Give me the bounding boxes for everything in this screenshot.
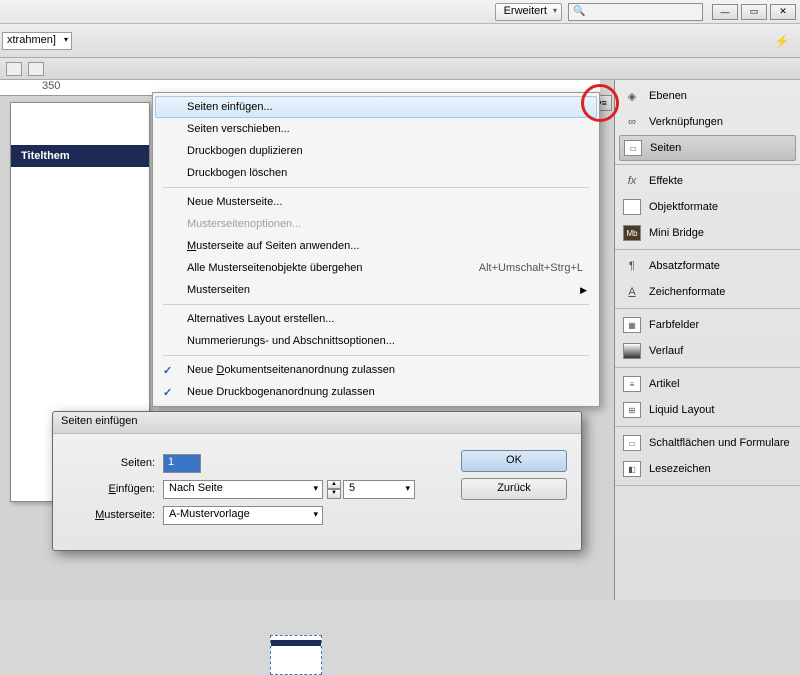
layers-icon: ◈	[623, 88, 641, 104]
control-bar: xtrahmen] ⚡	[0, 24, 800, 58]
links-icon: ∞	[623, 114, 641, 130]
musterseite-dropdown[interactable]: A-Mustervorlage	[163, 506, 323, 525]
minibridge-icon: Mb	[623, 225, 641, 241]
gradient-icon	[623, 343, 641, 359]
menu-delete-spread[interactable]: Druckbogen löschen	[155, 162, 597, 184]
page-number-input[interactable]: 5	[343, 480, 415, 499]
page-spinner[interactable]: ▲▼	[327, 480, 341, 499]
panel-liquid[interactable]: ⊞Liquid Layout	[615, 397, 800, 423]
panel-artikel[interactable]: ≡Artikel	[615, 371, 800, 397]
menu-override-master[interactable]: Alle Musterseitenobjekte übergehenAlt+Um…	[155, 257, 597, 279]
frame-label: xtrahmen]	[7, 34, 56, 46]
liquid-icon: ⊞	[623, 402, 641, 418]
einfuegen-dropdown[interactable]: Nach Seite	[163, 480, 323, 499]
panel-dock: ◈Ebenen ∞Verknüpfungen ▭Seiten fxEffekte…	[614, 80, 800, 600]
tool-icon-2[interactable]	[28, 62, 44, 76]
menu-alt-layout[interactable]: Alternatives Layout erstellen...	[155, 308, 597, 330]
seiten-input[interactable]: 1	[163, 454, 201, 473]
close-button[interactable]: ✕	[770, 4, 796, 20]
objfmt-icon	[623, 199, 641, 215]
panel-zeichenformate[interactable]: AZeichenformate	[615, 279, 800, 305]
secondary-bar	[0, 58, 800, 80]
panel-minibridge[interactable]: MbMini Bridge	[615, 220, 800, 246]
seiten-label: Seiten:	[67, 457, 163, 469]
panel-verlauf[interactable]: Verlauf	[615, 338, 800, 364]
dialog-title: Seiten einfügen	[53, 412, 581, 434]
shortcut-text: Alt+Umschalt+Strg+L	[479, 262, 583, 274]
panel-objektformate[interactable]: Objektformate	[615, 194, 800, 220]
bookmark-icon: ◧	[623, 461, 641, 477]
window-buttons: — ▭ ✕	[709, 4, 796, 20]
buttons-icon: ▭	[623, 435, 641, 451]
panel-farbfelder[interactable]: ▦Farbfelder	[615, 312, 800, 338]
char-icon: A	[623, 284, 641, 300]
panel-verknuepfungen[interactable]: ∞Verknüpfungen	[615, 109, 800, 135]
search-input[interactable]: 🔍	[568, 3, 703, 21]
frame-dropdown[interactable]: xtrahmen]	[2, 32, 72, 50]
tool-icon-1[interactable]	[6, 62, 22, 76]
menu-move-pages[interactable]: Seiten verschieben...	[155, 118, 597, 140]
maximize-button[interactable]: ▭	[741, 4, 767, 20]
paragraph-icon: ¶	[623, 258, 641, 274]
check-icon: ✓	[163, 364, 172, 377]
check-icon: ✓	[163, 386, 172, 399]
page-thumbnail[interactable]	[270, 635, 322, 675]
menu-masters-submenu[interactable]: Musterseiten▶	[155, 279, 597, 301]
window-titlebar: Erweitert 🔍 — ▭ ✕	[0, 0, 800, 24]
chevron-right-icon: ▶	[580, 285, 587, 296]
workspace-label: Erweitert	[504, 5, 547, 17]
insert-pages-dialog: Seiten einfügen Seiten: 1 Einfügen: Nach…	[52, 411, 582, 551]
pages-flyout-menu: Seiten einfügen... Seiten verschieben...…	[152, 92, 600, 407]
fx-icon: fx	[623, 173, 641, 189]
panel-absatzformate[interactable]: ¶Absatzformate	[615, 253, 800, 279]
menu-insert-pages[interactable]: Seiten einfügen...	[155, 96, 597, 118]
cancel-button[interactable]: Zurück	[461, 478, 567, 500]
swatches-icon: ▦	[623, 317, 641, 333]
panel-seiten[interactable]: ▭Seiten	[619, 135, 796, 161]
bolt-icon[interactable]: ⚡	[770, 34, 794, 48]
ruler-mark: 350	[42, 80, 60, 92]
workspace-dropdown[interactable]: Erweitert	[495, 3, 562, 21]
minimize-button[interactable]: —	[712, 4, 738, 20]
menu-numbering[interactable]: Nummerierungs- und Abschnittsoptionen...	[155, 330, 597, 352]
einfuegen-label: Einfügen:	[67, 483, 163, 495]
menu-allow-spread-shuffle[interactable]: ✓Neue Druckbogenanordnung zulassen	[155, 381, 597, 403]
panel-schaltflaechen[interactable]: ▭Schaltflächen und Formulare	[615, 430, 800, 456]
menu-new-master[interactable]: Neue Musterseite...	[155, 191, 597, 213]
pages-icon: ▭	[624, 140, 642, 156]
ok-button[interactable]: OK	[461, 450, 567, 472]
menu-duplicate-spread[interactable]: Druckbogen duplizieren	[155, 140, 597, 162]
article-icon: ≡	[623, 376, 641, 392]
search-icon: 🔍	[573, 6, 585, 17]
document-banner: Titelthem	[11, 145, 149, 167]
panel-ebenen[interactable]: ◈Ebenen	[615, 83, 800, 109]
panel-lesezeichen[interactable]: ◧Lesezeichen	[615, 456, 800, 482]
menu-allow-doc-shuffle[interactable]: ✓Neue Dokumentseitenanordnung zulassen	[155, 359, 597, 381]
panel-effekte[interactable]: fxEffekte	[615, 168, 800, 194]
menu-master-options: Musterseitenoptionen...	[155, 213, 597, 235]
musterseite-label: Musterseite:	[67, 509, 163, 521]
menu-apply-master[interactable]: Musterseite auf Seiten anwenden...	[155, 235, 597, 257]
